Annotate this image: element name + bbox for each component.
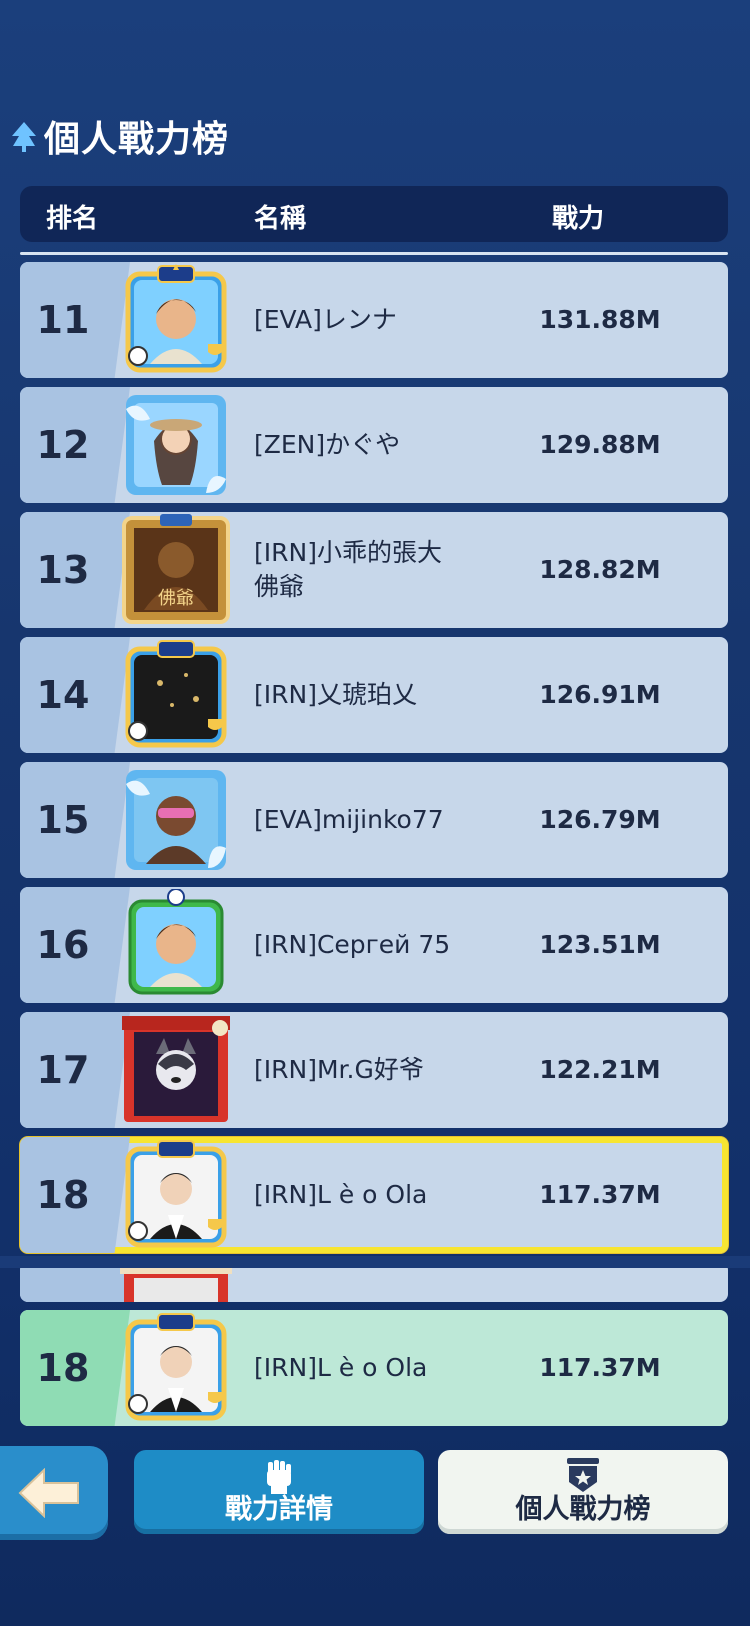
cartoon-man-avatar-icon[interactable] xyxy=(120,264,232,376)
player-power: 117.37M xyxy=(539,1180,661,1209)
ranking-row[interactable]: 16 [IRN]Сергей 75 123.51M xyxy=(20,887,728,1003)
player-name: [IRN]Mr.G好爷 xyxy=(254,1055,424,1084)
rank-number: 17 xyxy=(36,1048,90,1092)
header-name: 名稱 xyxy=(254,204,307,234)
personal-ranking-button[interactable]: 個人戰力榜 xyxy=(438,1450,728,1534)
girl-photo-avatar-icon[interactable] xyxy=(120,389,232,501)
player-name: [IRN]L è o Ola xyxy=(254,1353,428,1382)
page-title-text: 個人戰力榜 xyxy=(44,119,230,160)
back-arrow-icon xyxy=(18,1468,79,1518)
young-man-photo-avatar-icon[interactable] xyxy=(120,1312,232,1424)
power-details-button[interactable]: 戰力詳情 xyxy=(134,1450,424,1534)
ranking-row-partial[interactable] xyxy=(20,1262,728,1302)
player-power: 126.91M xyxy=(539,680,661,709)
ranking-row-current-player[interactable]: 18 [IRN]L è o Ola 117.37M xyxy=(20,1137,728,1253)
ranking-row[interactable]: 17 [IRN]Mr.G好爷 122.21M xyxy=(20,1012,728,1128)
personal-ranking-label: 個人戰力榜 xyxy=(515,1494,651,1525)
ranking-row[interactable]: 12 [ZEN]かぐや 129.88M xyxy=(20,387,728,503)
header-power: 戰力 xyxy=(552,204,605,234)
player-name: [IRN]小乖的張大佛爺 xyxy=(254,538,442,601)
table-header: 排名 名稱 戰力 xyxy=(20,186,728,242)
tree-icon xyxy=(12,122,36,152)
player-power: 126.79M xyxy=(539,805,661,834)
rank-number: 16 xyxy=(36,923,90,967)
rank-number: 15 xyxy=(36,798,90,842)
player-name: [EVA]レンナ xyxy=(254,305,397,334)
temple-frame-avatar-icon xyxy=(120,1262,232,1302)
player-power: 128.82M xyxy=(539,555,661,584)
rank-number: 13 xyxy=(36,548,90,592)
my-rank-row[interactable]: 18 [IRN]L è o Ola 117.37M xyxy=(20,1310,728,1426)
rank-number: 14 xyxy=(36,673,90,717)
young-man-photo-avatar-icon[interactable] xyxy=(120,1139,232,1251)
player-power: 131.88M xyxy=(539,305,661,334)
svg-text:佛爺: 佛爺 xyxy=(158,588,194,609)
player-power: 123.51M xyxy=(539,930,661,959)
page-title: 個人戰力榜 xyxy=(10,110,229,162)
gold-buddha-avatar-icon[interactable]: 佛爺 xyxy=(120,514,232,626)
rank-number: 11 xyxy=(36,298,90,342)
player-name: [IRN]Сергей 75 xyxy=(254,930,451,959)
ranking-row[interactable]: 11 [EVA]レンナ 131.88M xyxy=(20,262,728,378)
ranking-row[interactable]: 14 [IRN]乂琥珀乂 126.91M xyxy=(20,637,728,753)
sunglasses-man-avatar-icon[interactable] xyxy=(120,764,232,876)
rank-number: 12 xyxy=(36,423,90,467)
cartoon-man-green-frame-avatar-icon[interactable] xyxy=(120,889,232,1001)
header-divider xyxy=(20,252,728,255)
rank-number: 18 xyxy=(36,1346,90,1390)
player-power: 129.88M xyxy=(539,430,661,459)
player-name: [ZEN]かぐや xyxy=(254,430,401,459)
header-rank: 排名 xyxy=(46,204,99,234)
rank-number: 18 xyxy=(36,1173,90,1217)
husky-dog-avatar-icon[interactable] xyxy=(120,1014,232,1126)
player-name: [EVA]mijinko77 xyxy=(254,805,444,834)
player-power: 117.37M xyxy=(539,1353,661,1382)
back-button[interactable] xyxy=(0,1446,108,1540)
dark-calligraphy-avatar-icon[interactable] xyxy=(120,639,232,751)
ranking-row[interactable]: 13 佛爺 [IRN]小乖的張大佛爺 128.82M xyxy=(20,512,728,628)
power-details-label: 戰力詳情 xyxy=(225,1494,333,1525)
player-name: [IRN]L è o Ola xyxy=(254,1180,428,1209)
player-power: 122.21M xyxy=(539,1055,661,1084)
player-name: [IRN]乂琥珀乂 xyxy=(254,680,417,709)
ranking-row[interactable]: 15 [EVA]mijinko77 126.79M xyxy=(20,762,728,878)
